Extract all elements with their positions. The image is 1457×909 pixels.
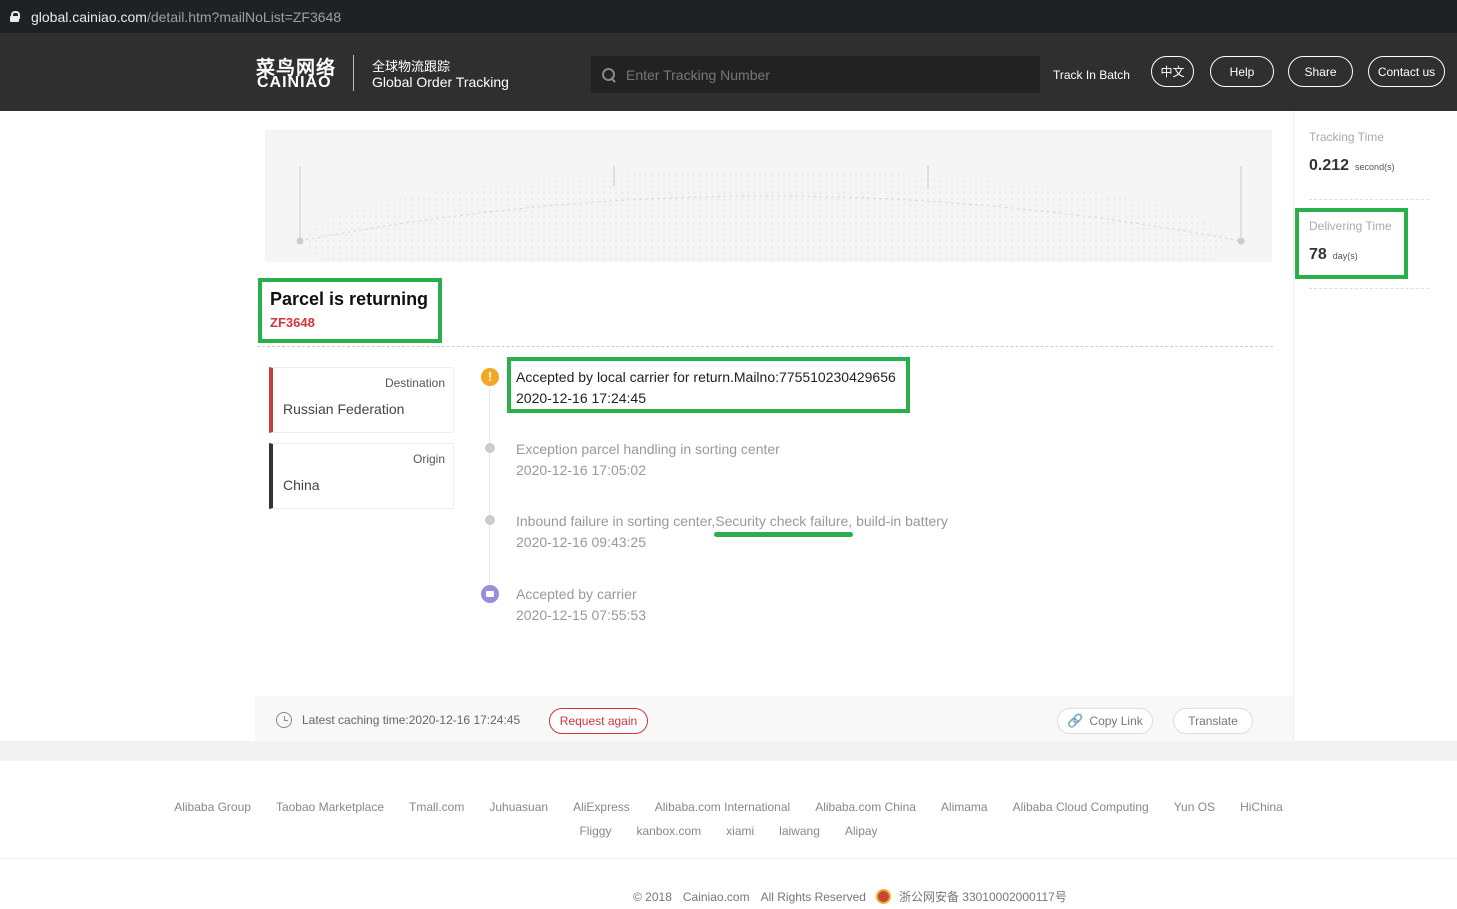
footer-divider	[0, 858, 1457, 859]
event-time: 2020-12-15 07:55:53	[516, 607, 646, 623]
brand-subtitle-cn: 全球物流跟踪	[372, 59, 451, 74]
language-button[interactable]: 中文	[1151, 56, 1194, 87]
copyright-rights: All Rights Reserved	[760, 889, 866, 904]
icp-record[interactable]: 浙公网安备 33010002000117号	[899, 888, 1067, 905]
search-bar	[591, 56, 1040, 93]
police-badge-icon	[875, 889, 891, 904]
footer-link[interactable]: Alibaba.com China	[815, 800, 916, 814]
footer-link[interactable]: Alibaba Cloud Computing	[1013, 800, 1149, 814]
link-icon: 🔗	[1067, 713, 1084, 728]
tracking-time-number: 0.212	[1309, 157, 1350, 174]
origin-card: Origin China	[269, 443, 454, 509]
url-host: global.cainiao.com	[31, 8, 147, 25]
destination-card: Destination Russian Federation	[269, 367, 454, 433]
footer-link[interactable]: HiChina	[1240, 800, 1283, 814]
footer-link[interactable]: AliExpress	[573, 800, 630, 814]
timeline-event: Exception parcel handling in sorting cen…	[516, 439, 780, 481]
translate-button[interactable]: Translate	[1173, 708, 1253, 734]
warning-icon: !	[481, 368, 499, 386]
timeline-line	[489, 388, 490, 594]
footer-link[interactable]: Juhuasuan	[489, 800, 548, 814]
help-button[interactable]: Help	[1210, 56, 1274, 87]
footer-link[interactable]: laiwang	[779, 824, 820, 838]
footer-link[interactable]: Alibaba.com International	[655, 800, 790, 814]
brand-subtitle-en: Global Order Tracking	[372, 74, 509, 90]
divider	[257, 346, 1273, 347]
copyright-line: © 2018 Cainiao.com All Rights Reserved 浙…	[633, 888, 1078, 905]
footer-link[interactable]: Alimama	[941, 800, 988, 814]
timeline-event: Accepted by local carrier for return.Mai…	[516, 367, 896, 409]
timeline-event: Accepted by carrier 2020-12-15 07:55:53	[516, 584, 646, 626]
destination-value: Russian Federation	[283, 401, 405, 417]
copy-link-button[interactable]: 🔗 Copy Link	[1057, 708, 1153, 734]
brand-logo-en[interactable]: CAINIAO	[257, 74, 332, 92]
tracking-time-value: 0.212 second(s)	[1309, 157, 1395, 175]
parcel-status-title: Parcel is returning	[270, 289, 429, 309]
cache-time-text: Latest caching time:2020-12-16 17:24:45	[302, 713, 521, 727]
footer-link[interactable]: Yun OS	[1174, 800, 1215, 814]
url-path: /detail.htm?mailNoList=ZF3648	[146, 8, 342, 25]
footer-link[interactable]: xiami	[726, 824, 754, 838]
footer-links-row-1: Alibaba Group Taobao Marketplace Tmall.c…	[0, 800, 1457, 814]
divider	[1309, 288, 1429, 289]
origin-value: China	[283, 477, 320, 493]
event-text: Accepted by local carrier for return.Mai…	[516, 369, 896, 385]
delivering-time-label: Delivering Time	[1309, 219, 1392, 233]
copyright-site[interactable]: Cainiao.com	[683, 890, 750, 904]
origin-label: Origin	[412, 452, 445, 466]
event-text: Inbound failure in sorting center,Securi…	[516, 513, 948, 529]
brand-divider	[353, 55, 354, 91]
lock-icon	[10, 11, 20, 22]
copyright-year: © 2018	[633, 889, 672, 904]
clock-icon	[276, 712, 292, 728]
event-time: 2020-12-16 17:05:02	[516, 462, 646, 478]
share-button[interactable]: Share	[1288, 56, 1353, 87]
delivering-time-value: 78 day(s)	[1309, 246, 1358, 264]
timeline-dot	[485, 515, 495, 525]
page-gap	[0, 741, 1457, 761]
destination-label: Destination	[384, 376, 445, 390]
footer-links-row-2: Fliggy kanbox.com xiami laiwang Alipay	[0, 824, 1457, 838]
delivering-time-number: 78	[1309, 246, 1327, 263]
stats-sidebar	[1293, 111, 1445, 741]
track-in-batch-link[interactable]: Track In Batch	[1053, 68, 1130, 82]
footer-link[interactable]: kanbox.com	[636, 824, 701, 838]
event-time: 2020-12-16 17:24:45	[516, 390, 646, 406]
footer-link[interactable]: Taobao Marketplace	[276, 800, 384, 814]
search-icon[interactable]	[602, 67, 616, 82]
truck-icon	[481, 585, 499, 603]
request-again-button[interactable]: Request again	[549, 708, 648, 734]
highlight-box-status	[258, 278, 442, 343]
divider	[1309, 199, 1429, 200]
parcel-number: ZF3648	[270, 315, 315, 330]
footer-link[interactable]: Alipay	[845, 824, 878, 838]
contact-us-button[interactable]: Contact us	[1368, 56, 1445, 87]
tracking-number-input[interactable]	[626, 66, 1026, 83]
footer-link[interactable]: Alibaba Group	[174, 800, 251, 814]
delivering-time-unit: day(s)	[1332, 251, 1358, 261]
event-text: Exception parcel handling in sorting cen…	[516, 441, 780, 457]
event-text: Accepted by carrier	[516, 586, 637, 602]
copy-link-label: Copy Link	[1089, 714, 1143, 728]
footer-link[interactable]: Tmall.com	[409, 800, 464, 814]
address-bar[interactable]: global.cainiao.com/detail.htm?mailNoList…	[0, 0, 1457, 33]
route-map	[265, 130, 1272, 311]
tracking-time-label: Tracking Time	[1309, 130, 1384, 144]
footer-link[interactable]: Fliggy	[579, 824, 611, 838]
highlight-underline	[714, 532, 853, 537]
tracking-time-unit: second(s)	[1355, 162, 1395, 172]
timeline-dot	[485, 443, 495, 453]
top-nav: 菜鸟网络 CAINIAO 全球物流跟踪 Global Order Trackin…	[0, 33, 1457, 111]
route-map-graphic	[266, 131, 1272, 311]
